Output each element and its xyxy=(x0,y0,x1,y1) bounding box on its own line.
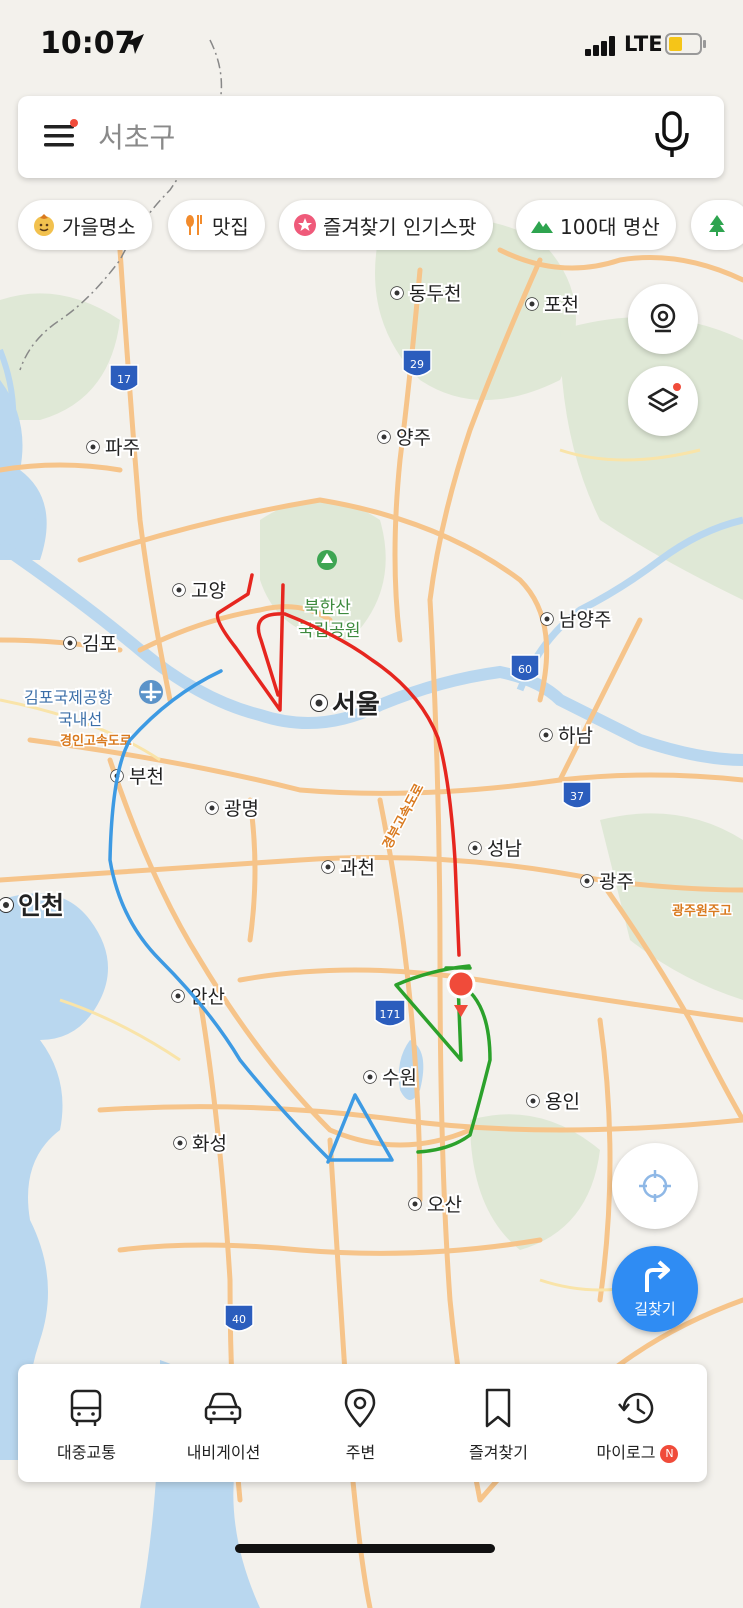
tab-label-text: 마이로그 xyxy=(596,1443,656,1462)
chip-label: 100대 명산 xyxy=(560,214,660,239)
tab-nearby[interactable]: 주변 xyxy=(292,1364,429,1482)
chip-restaurants[interactable]: 맛집 xyxy=(168,200,265,250)
mountain-icon xyxy=(531,221,553,233)
tab-label: 내비게이션 xyxy=(186,1443,261,1462)
history-icon xyxy=(618,1392,654,1424)
bus-icon xyxy=(70,1389,102,1426)
search-input[interactable]: 서초구 xyxy=(98,116,175,156)
status-bar: 10:07 LTE xyxy=(0,0,743,90)
chip-label: 즐겨찾기 인기스팟 xyxy=(323,214,477,239)
location-arrow-icon xyxy=(124,34,144,54)
tab-label: 주변 xyxy=(345,1443,376,1462)
tree-icon xyxy=(709,215,725,236)
directions-label: 길찾기 xyxy=(634,1300,676,1318)
chip-top-100-mountains[interactable]: 100대 명산 xyxy=(516,200,676,250)
bottom-tab-bar: 대중교통 내비게이션 주변 즐겨찾기 마이로그 N xyxy=(18,1364,707,1482)
tab-my-log[interactable]: 마이로그 N xyxy=(569,1364,706,1482)
street-view-icon xyxy=(650,303,676,333)
layers-icon xyxy=(647,383,681,413)
street-view-button[interactable] xyxy=(628,284,698,354)
autumn-face-icon xyxy=(34,214,54,236)
microphone-icon[interactable] xyxy=(654,111,690,159)
map-layers-button[interactable] xyxy=(628,366,698,436)
car-icon xyxy=(204,1392,242,1424)
turn-arrow-icon xyxy=(645,1260,670,1292)
battery-icon xyxy=(665,33,706,55)
chip-label: 가을명소 xyxy=(62,214,136,239)
network-type: LTE xyxy=(624,32,663,56)
tab-label: 즐겨찾기 xyxy=(469,1443,528,1462)
search-bar[interactable]: 서초구 xyxy=(18,96,724,178)
directions-button[interactable]: 길찾기 xyxy=(612,1246,698,1332)
chip-more[interactable] xyxy=(691,200,743,250)
chip-favorite-spots[interactable]: 즐겨찾기 인기스팟 xyxy=(279,200,493,250)
tab-navigation[interactable]: 내비게이션 xyxy=(155,1364,292,1482)
bookmark-icon xyxy=(485,1388,511,1428)
chip-autumn-spots[interactable]: 가을명소 xyxy=(18,200,152,250)
tab-public-transit[interactable]: 대중교통 xyxy=(18,1364,155,1482)
new-badge: N xyxy=(660,1445,679,1463)
current-location-button[interactable] xyxy=(612,1143,698,1229)
star-icon xyxy=(294,214,316,236)
chip-label: 맛집 xyxy=(212,214,249,239)
category-chips: 가을명소 맛집 즐겨찾기 인기스팟 100대 명산 xyxy=(18,200,743,250)
crosshair-icon xyxy=(639,1170,671,1202)
location-pin-icon xyxy=(344,1388,376,1428)
home-indicator xyxy=(235,1544,495,1553)
cellular-signal-icon xyxy=(585,36,615,56)
restaurant-icon xyxy=(186,215,202,235)
tab-label: 대중교통 xyxy=(57,1443,116,1462)
menu-icon[interactable] xyxy=(44,119,78,151)
tab-label: 마이로그 N xyxy=(569,1439,706,1463)
tab-favorites[interactable]: 즐겨찾기 xyxy=(430,1364,567,1482)
